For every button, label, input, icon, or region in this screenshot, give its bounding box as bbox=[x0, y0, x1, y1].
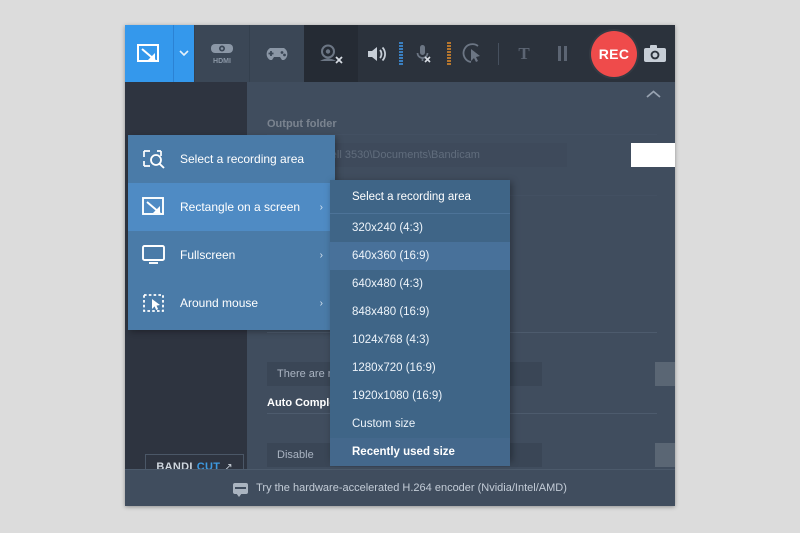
cursor-click-icon bbox=[462, 43, 484, 65]
toolbar-divider bbox=[498, 43, 499, 65]
dropdown-option[interactable]: 320x240 (4:3) bbox=[330, 214, 510, 242]
dropdown-option[interactable]: 640x480 (4:3) bbox=[330, 270, 510, 298]
record-button[interactable]: REC bbox=[591, 31, 637, 77]
output-folder-title: Output folder bbox=[267, 118, 337, 130]
window-body: About BANDI CUT ↗ Output folder bbox=[125, 82, 675, 506]
chevron-down-icon bbox=[179, 50, 189, 57]
recording-size-dropdown: Select a recording area 320x240 (4:3) 64… bbox=[330, 180, 510, 460]
mouse-effect-toggle-button[interactable] bbox=[454, 43, 492, 65]
menu-item-label: Around mouse bbox=[180, 296, 258, 310]
dropdown-option[interactable]: 848x480 (16:9) bbox=[330, 298, 510, 326]
main-toolbar: HDMI bbox=[125, 25, 675, 82]
scheduled-settings-button[interactable]: Settings bbox=[655, 362, 675, 386]
select-area-icon bbox=[128, 147, 180, 171]
status-bar: Try the hardware-accelerated H.264 encod… bbox=[125, 469, 675, 506]
menu-item-label: Fullscreen bbox=[180, 248, 235, 262]
speaker-toggle-button[interactable] bbox=[358, 44, 396, 64]
status-message: Try the hardware-accelerated H.264 encod… bbox=[256, 482, 567, 494]
dropdown-option[interactable]: 1280x720 (16:9) bbox=[330, 354, 510, 382]
bandicam-window: HDMI bbox=[125, 25, 675, 506]
hdmi-device-icon: HDMI bbox=[207, 41, 237, 67]
webcam-toggle-button[interactable] bbox=[304, 25, 358, 82]
microphone-toggle-button[interactable] bbox=[406, 43, 444, 65]
menu-item-fullscreen[interactable]: Fullscreen › bbox=[128, 231, 335, 279]
microphone-level-meter bbox=[444, 42, 454, 65]
speaker-level-meter bbox=[396, 42, 406, 65]
recording-area-menu: Select a recording area Rectangle on a s… bbox=[128, 135, 335, 330]
dropdown-option[interactable]: 1920x1080 (16:9) bbox=[330, 382, 510, 410]
dropdown-option[interactable]: 640x360 (16:9) bbox=[330, 242, 510, 270]
menu-item-select-recording-area[interactable]: Select a recording area bbox=[128, 135, 335, 183]
menu-item-label: Rectangle on a screen bbox=[180, 200, 300, 214]
pause-button[interactable] bbox=[543, 46, 581, 61]
collapse-button[interactable] bbox=[646, 90, 661, 99]
screenshot-button[interactable] bbox=[643, 44, 667, 63]
mode-dropdown-button[interactable] bbox=[173, 25, 194, 82]
auto-complete-settings-button[interactable]: Settings bbox=[655, 443, 675, 467]
toolbar-right-group: T REC bbox=[358, 25, 675, 82]
gamepad-icon bbox=[263, 44, 291, 64]
dropdown-option[interactable]: 1024x768 (4:3) bbox=[330, 326, 510, 354]
chevron-right-icon: › bbox=[320, 202, 323, 213]
speech-bubble-icon bbox=[233, 483, 248, 494]
monitor-icon bbox=[128, 244, 180, 266]
pause-icon bbox=[558, 46, 567, 61]
dropdown-option-recently-used[interactable]: Recently used size bbox=[330, 438, 510, 466]
chevron-right-icon: › bbox=[320, 250, 323, 261]
speaker-icon bbox=[366, 44, 388, 64]
microphone-off-icon bbox=[413, 43, 437, 65]
webcam-off-icon bbox=[316, 42, 346, 66]
game-recording-mode-button[interactable] bbox=[249, 25, 304, 82]
around-mouse-icon bbox=[128, 292, 180, 314]
camera-icon bbox=[643, 44, 667, 63]
dropdown-option[interactable]: Custom size bbox=[330, 410, 510, 438]
output-folder-input[interactable] bbox=[631, 143, 675, 167]
chevron-right-icon: › bbox=[320, 298, 323, 309]
menu-item-label: Select a recording area bbox=[180, 152, 304, 166]
screen: HDMI bbox=[0, 0, 800, 533]
svg-text:HDMI: HDMI bbox=[213, 58, 231, 65]
rectangle-arrow-icon bbox=[136, 43, 162, 65]
menu-item-rectangle-on-screen[interactable]: Rectangle on a screen › bbox=[128, 183, 335, 231]
text-overlay-toggle-button[interactable]: T bbox=[505, 44, 543, 64]
device-recording-mode-button[interactable]: HDMI bbox=[194, 25, 249, 82]
rectangle-arrow-icon bbox=[128, 196, 180, 218]
menu-item-around-mouse[interactable]: Around mouse › bbox=[128, 279, 335, 327]
screen-recording-mode-button[interactable] bbox=[125, 25, 173, 82]
dropdown-header: Select a recording area bbox=[330, 180, 510, 214]
text-icon: T bbox=[518, 44, 529, 64]
